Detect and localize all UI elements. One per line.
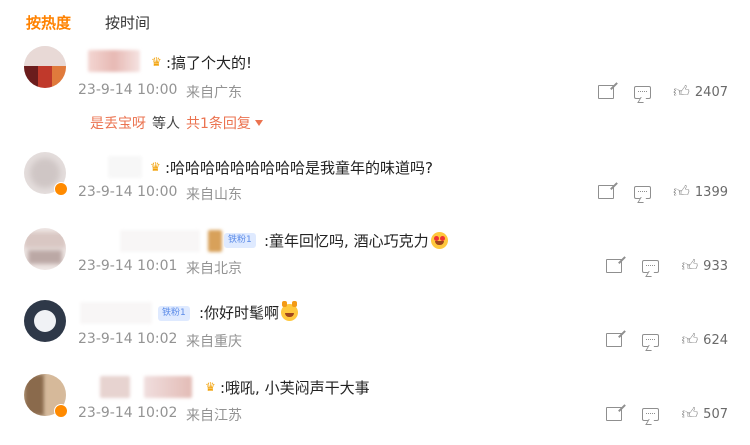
crown-icon: ♛ (205, 380, 216, 394)
blurred-avatar-badge (208, 230, 222, 252)
share-icon[interactable] (606, 259, 623, 273)
comment-location: 来自北京 (186, 261, 242, 277)
reply-user-link[interactable]: 是丢宝呀 (90, 116, 146, 132)
comment-icon[interactable] (634, 185, 652, 199)
comment-time: 23-9-14 10:02 (78, 331, 178, 347)
avatar[interactable] (24, 300, 66, 342)
blurred-username[interactable] (80, 302, 152, 324)
comment-icon[interactable] (634, 85, 652, 99)
comment-item: ♛ :哈哈哈哈哈哈哈哈哈是我童年的味道吗? 23-9-14 10:00 来自山东… (0, 148, 750, 218)
comment-icon[interactable] (642, 333, 660, 347)
comment-item: ♛ :哦吼, 小芙闷声干大事 23-9-14 10:02 来自江苏 👍︎ 507 (0, 370, 750, 440)
fan-level-badge: 铁粉1 (158, 306, 190, 321)
verified-badge-icon (54, 182, 68, 196)
like-button[interactable]: 👍︎ 933 (681, 258, 728, 274)
thumbs-up-icon: 👍︎ (681, 404, 699, 423)
comment-text: :你好时髦啊 (199, 301, 299, 323)
like-count: 624 (703, 332, 728, 348)
comment-time: 23-9-14 10:02 (78, 405, 178, 421)
reply-middle-text: 等人 (152, 116, 180, 132)
comment-location: 来自广东 (186, 85, 242, 101)
blurred-username[interactable] (144, 376, 192, 398)
comment-item: 铁粉1 :你好时髦啊 23-9-14 10:02 来自重庆 👍︎ 624 (0, 296, 750, 366)
reply-summary: 是丢宝呀 等人 共1条回复 (90, 113, 263, 133)
cheeky-emoji-icon (281, 301, 299, 321)
like-count: 2407 (694, 84, 728, 100)
comment-text: :哦吼, 小芙闷声干大事 (220, 379, 370, 397)
fan-level-badge: 铁粉1 (224, 233, 256, 248)
blurred-username[interactable] (120, 230, 200, 252)
thumbs-up-icon: 👍︎ (673, 182, 690, 201)
avatar[interactable] (24, 228, 66, 270)
thumbs-up-icon: 👍︎ (673, 82, 690, 101)
blurred-username[interactable] (100, 376, 130, 398)
like-count: 933 (703, 258, 728, 274)
comment-location: 来自山东 (186, 187, 242, 203)
thumbs-up-icon: 👍︎ (681, 330, 699, 349)
comment-actions: 👍︎ 624 (606, 332, 728, 348)
share-icon[interactable] (606, 333, 623, 347)
tab-hot[interactable]: 按热度 (26, 12, 71, 33)
comment-time: 23-9-14 10:01 (78, 258, 178, 274)
avatar[interactable] (24, 46, 66, 88)
thumbs-up-icon: 👍︎ (681, 256, 699, 275)
share-icon[interactable] (598, 185, 615, 199)
verified-badge-icon (54, 404, 68, 418)
like-count: 1399 (694, 184, 728, 200)
blurred-username[interactable] (88, 50, 140, 72)
heart-eyes-emoji-icon (430, 232, 448, 249)
comment-text: :哈哈哈哈哈哈哈哈哈是我童年的味道吗? (165, 159, 434, 177)
like-count: 507 (703, 406, 728, 422)
share-icon[interactable] (598, 85, 615, 99)
like-button[interactable]: 👍︎ 1399 (673, 184, 728, 200)
sort-tabs: 按热度 按时间 (26, 10, 150, 34)
comment-location: 来自江苏 (186, 408, 242, 424)
comment-time: 23-9-14 10:00 (78, 82, 178, 98)
comment-icon[interactable] (642, 259, 660, 273)
comment-icon[interactable] (642, 407, 660, 421)
comment-location: 来自重庆 (186, 334, 242, 350)
comment-actions: 👍︎ 507 (606, 406, 728, 422)
comment-text: :童年回忆吗, 酒心巧克力 (264, 230, 448, 251)
like-button[interactable]: 👍︎ 2407 (673, 84, 728, 100)
comment-text: :搞了个大的! (166, 54, 253, 72)
like-button[interactable]: 👍︎ 624 (681, 332, 728, 348)
comment-item: 铁粉1 :童年回忆吗, 酒心巧克力 23-9-14 10:01 来自北京 👍︎ … (0, 222, 750, 292)
tab-time[interactable]: 按时间 (105, 12, 150, 33)
comment-item: ♛ :搞了个大的! 23-9-14 10:00 来自广东 👍︎ 2407 (0, 44, 750, 114)
reply-count-link[interactable]: 共1条回复 (186, 116, 251, 132)
comment-time: 23-9-14 10:00 (78, 184, 178, 200)
comment-actions: 👍︎ 1399 (598, 184, 728, 200)
blurred-username[interactable] (108, 156, 142, 178)
chevron-down-icon[interactable] (254, 120, 263, 126)
crown-icon: ♛ (150, 160, 161, 174)
crown-icon: ♛ (151, 55, 162, 69)
comment-actions: 👍︎ 933 (606, 258, 728, 274)
like-button[interactable]: 👍︎ 507 (681, 406, 728, 422)
share-icon[interactable] (606, 407, 623, 421)
comment-actions: 👍︎ 2407 (598, 84, 728, 100)
